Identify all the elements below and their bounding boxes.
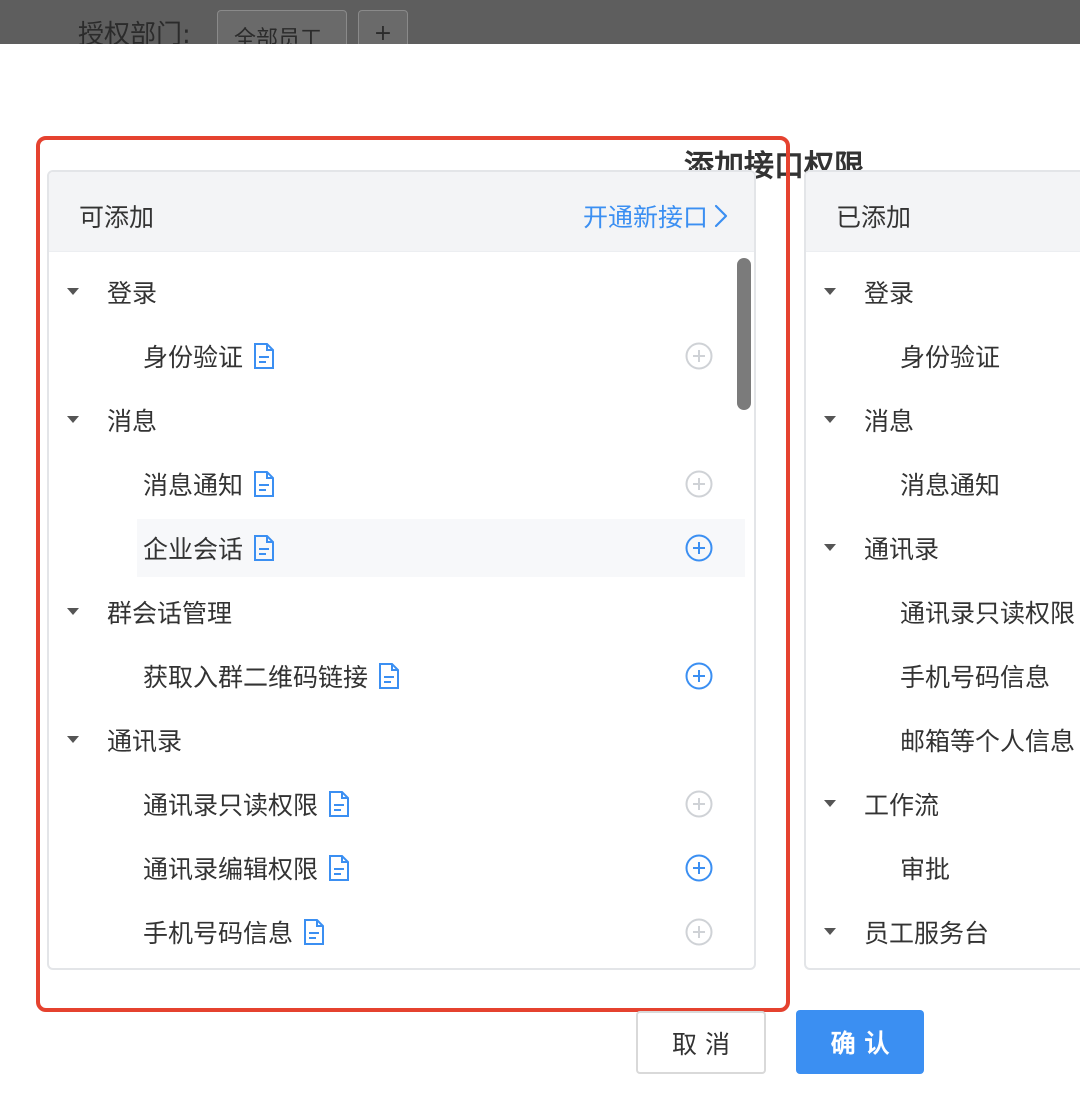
tree-item-label: 身份验证 [143,343,244,372]
tree-group-label[interactable]: 消息 [107,392,157,448]
tree-item[interactable]: 获取入群二维码链接 [143,648,400,704]
available-panel-header: 可添加 开通新接口 [49,172,754,252]
tree-item-label[interactable]: 通讯录只读权限 [900,584,1075,640]
tree-item[interactable]: 企业会话 [143,520,275,576]
tree-item[interactable]: 通讯录只读权限 [143,776,350,832]
add-department-chip: + [358,10,408,44]
document-icon[interactable] [303,918,325,946]
tree-item-label: 手机号码信息 [143,919,294,948]
tree-group-label[interactable]: 工作流 [864,776,939,832]
tree-item-label[interactable]: 身份验证 [900,328,1000,384]
tree-group-label[interactable]: 通讯录 [864,520,939,576]
backdrop-header: 授权部门: 全部员工 + [0,0,1080,44]
plus-circle-icon[interactable] [685,854,713,882]
caret-down-icon[interactable] [824,928,836,935]
tree-group-label[interactable]: 群会话管理 [107,584,232,640]
confirm-button[interactable]: 确 认 [796,1010,924,1074]
document-icon[interactable] [328,854,350,882]
open-new-api-link[interactable]: 开通新接口 [583,198,728,234]
caret-down-icon[interactable] [824,544,836,551]
plus-circle-icon[interactable] [685,790,713,818]
added-panel: 已添加 登录身份验证消息消息通知通讯录通讯录只读权限 手机号码信息 邮箱等个人信息工… [804,170,1080,970]
caret-down-icon[interactable] [824,800,836,807]
caret-down-icon[interactable] [824,288,836,295]
document-icon[interactable] [378,662,400,690]
plus-circle-icon[interactable] [685,342,713,370]
available-panel-title: 可添加 [79,203,155,232]
available-panel: 可添加 开通新接口 登录身份验证消息消息通知企业会话群会话管理获取入群二维码链接… [47,170,756,970]
document-icon[interactable] [253,342,275,370]
tree-item[interactable]: 手机号码信息 [143,904,325,960]
caret-down-icon[interactable] [67,416,79,423]
caret-down-icon[interactable] [67,736,79,743]
tree-group-label[interactable]: 登录 [107,264,157,320]
tree-item-label[interactable]: 手机号码信息 [900,648,1050,704]
plus-circle-icon[interactable] [685,534,713,562]
all-employees-chip: 全部员工 [217,10,347,44]
plus-circle-icon[interactable] [685,662,713,690]
caret-down-icon[interactable] [824,416,836,423]
document-icon[interactable] [253,470,275,498]
tree-item-label: 企业会话 [143,535,244,564]
tree-item[interactable]: 通讯录编辑权限 [143,840,350,896]
cancel-button[interactable]: 取 消 [636,1011,766,1074]
tree-group-label[interactable]: 登录 [864,264,914,320]
tree-item[interactable]: 身份验证 [143,328,275,384]
tree-group-label[interactable]: 通讯录 [107,712,182,768]
tree-item-label: 通讯录只读权限 [143,791,319,820]
department-label: 授权部门: [78,20,191,44]
added-panel-title: 已添加 [836,203,912,232]
document-icon[interactable] [328,790,350,818]
tree-item-label: 消息通知 [143,471,244,500]
open-new-api-label: 开通新接口 [582,203,708,232]
tree-item-label[interactable]: 审批 [900,840,950,896]
tree-item-label: 获取入群二维码链接 [143,663,369,692]
tree-item-label: 通讯录编辑权限 [143,855,319,884]
caret-down-icon[interactable] [67,288,79,295]
tree-item-label[interactable]: 邮箱等个人信息 [900,712,1075,768]
scrollbar[interactable] [737,258,751,410]
tree-item[interactable]: 消息通知 [143,456,275,512]
document-icon[interactable] [253,534,275,562]
added-panel-header: 已添加 [806,172,1080,252]
tree-item-label[interactable]: 消息通知 [900,456,1000,512]
plus-circle-icon[interactable] [685,918,713,946]
tree-group-label[interactable]: 员工服务台 [864,904,989,960]
chevron-right-icon [714,204,728,228]
plus-circle-icon[interactable] [685,470,713,498]
tree-group-label[interactable]: 消息 [864,392,914,448]
caret-down-icon[interactable] [67,608,79,615]
